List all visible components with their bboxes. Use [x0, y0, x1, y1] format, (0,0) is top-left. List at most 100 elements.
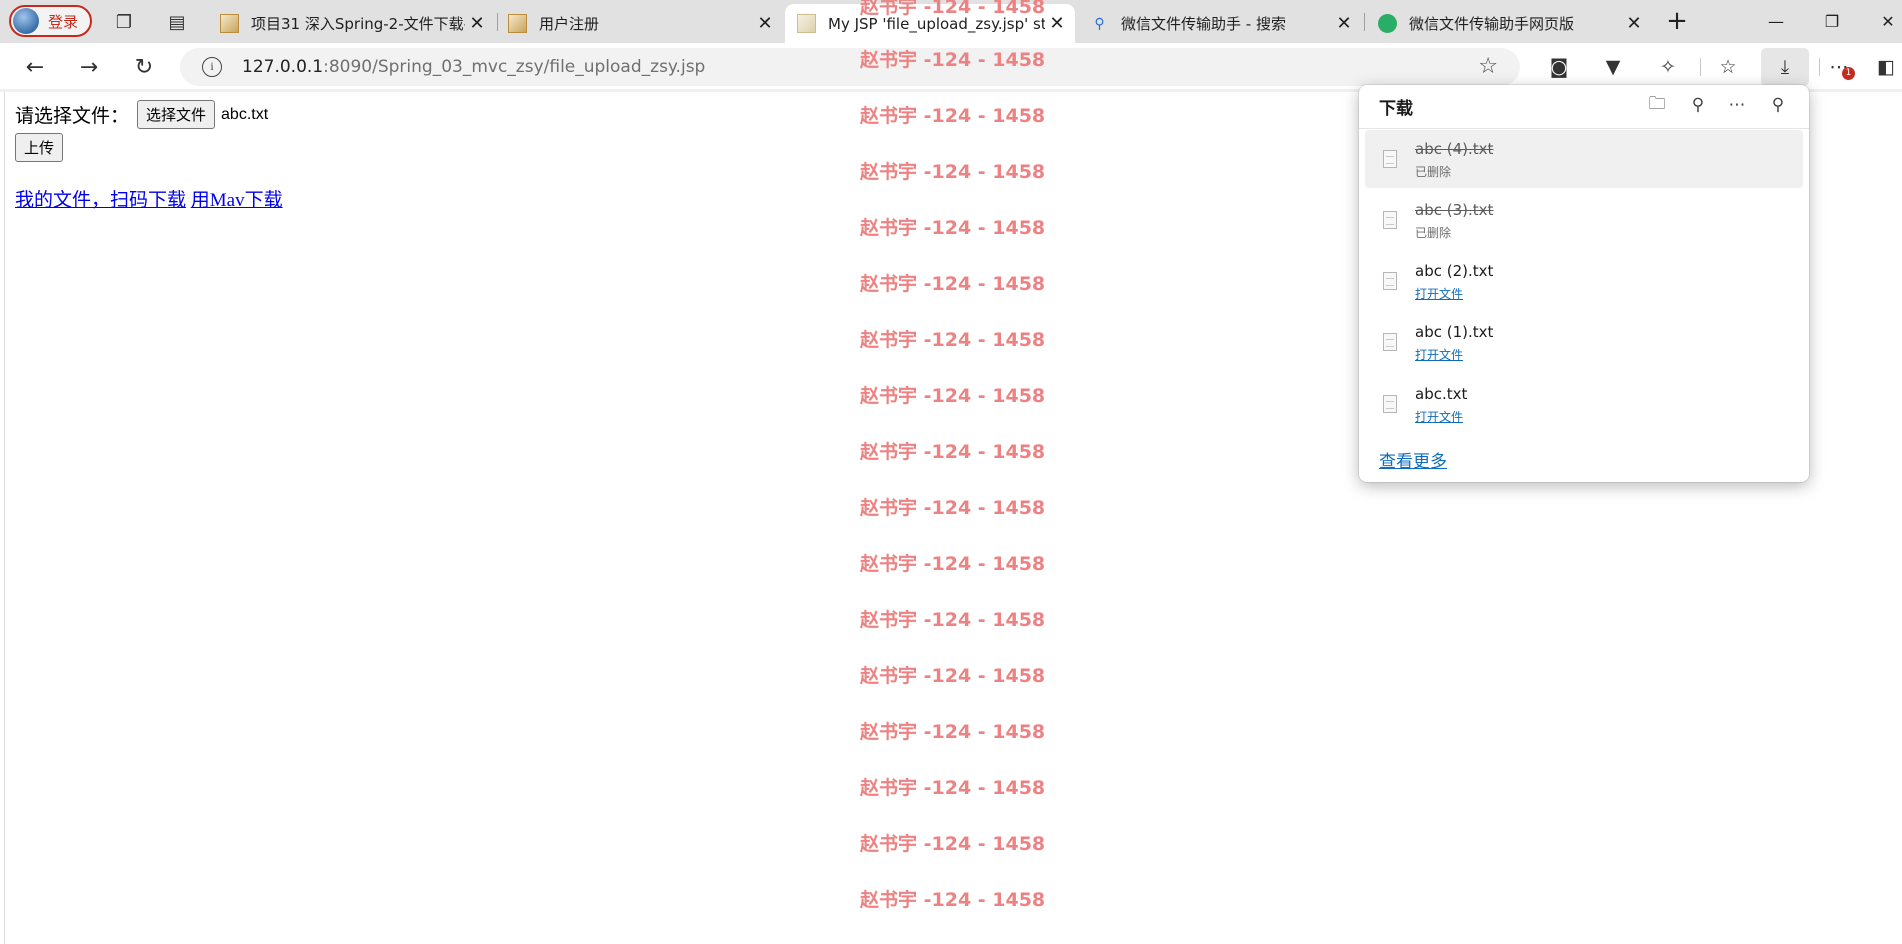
watermark-text: 赵书宇 -124 - 1458	[860, 665, 1046, 687]
close-window-button[interactable]: ✕	[1860, 0, 1902, 43]
my-files-link[interactable]: 我的文件，扫码下载	[15, 190, 186, 211]
choose-file-button[interactable]: 选择文件	[137, 100, 216, 129]
chosen-file-name: abc.txt	[221, 105, 269, 123]
file-icon	[1383, 272, 1397, 290]
file-icon	[1383, 150, 1397, 168]
close-icon[interactable]: ✕	[1332, 13, 1356, 34]
watermark-text: 赵书宇 -124 - 1458	[860, 833, 1046, 855]
choose-file-label: 请选择文件：	[15, 106, 130, 127]
toolbar-separator	[1700, 58, 1701, 76]
open-file-link[interactable]: 打开文件	[1415, 408, 1463, 425]
close-icon[interactable]: ✕	[1622, 13, 1646, 34]
refresh-button[interactable]: ↻	[129, 52, 159, 82]
close-icon[interactable]: ✕	[753, 13, 777, 34]
favorite-star-icon[interactable]: ☆	[1478, 54, 1498, 79]
extensions-puzzle-icon[interactable]: ✧	[1652, 52, 1684, 82]
workspaces-icon[interactable]: ❐	[111, 9, 137, 35]
watermark-text: 赵书宇 -124 - 1458	[860, 217, 1046, 239]
search-icon: ⚲	[1094, 15, 1105, 32]
tab-title: 项目31 深入Spring-2-文件下载-	[251, 15, 465, 33]
see-more-link[interactable]: 查看更多	[1379, 447, 1447, 472]
url-path: :8090/Spring_03_mvc_zsy/file_upload_zsy.…	[323, 57, 706, 77]
restore-button[interactable]: ❐	[1804, 0, 1860, 43]
url-host: 127.0.0.1	[242, 57, 324, 77]
open-folder-icon[interactable]: 🗀	[1643, 91, 1671, 119]
download-status: 已删除	[1415, 226, 1452, 240]
download-file-name: abc (1).txt	[1415, 323, 1494, 341]
file-icon	[1383, 211, 1397, 229]
info-icon[interactable]: i	[202, 57, 222, 77]
download-item[interactable]: abc (1).txt 打开文件	[1365, 313, 1803, 371]
watermark-text: 赵书宇 -124 - 1458	[860, 889, 1046, 911]
image-icon	[220, 14, 239, 33]
mav-download-link[interactable]: 用Mav下载	[191, 190, 283, 211]
watermark-text: 赵书宇 -124 - 1458	[860, 161, 1046, 183]
panel-divider	[1359, 128, 1809, 129]
tab-wechat-web[interactable]: 微信文件传输助手网页版 ✕	[1366, 4, 1652, 43]
download-links: 我的文件，扫码下载 用Mav下载	[15, 185, 283, 212]
extension-icon[interactable]: ◙	[1543, 52, 1575, 82]
tab-wechat-search[interactable]: ⚲ 微信文件传输助手 - 搜索 ✕	[1078, 4, 1362, 43]
close-icon[interactable]: ✕	[465, 13, 489, 34]
watermark-text: 赵书宇 -124 - 1458	[860, 105, 1046, 127]
address-bar[interactable]: i 127.0.0.1:8090/Spring_03_mvc_zsy/file_…	[180, 48, 1520, 86]
watermark-text: 赵书宇 -124 - 1458	[860, 385, 1046, 407]
watermark-text: 赵书宇 -124 - 1458	[860, 497, 1046, 519]
open-file-link[interactable]: 打开文件	[1415, 285, 1463, 302]
watermark-text: 赵书宇 -124 - 1458	[860, 273, 1046, 295]
file-choose-row: 请选择文件： 选择文件 abc.txt	[15, 100, 268, 129]
watermark-text: 赵书宇 -124 - 1458	[860, 777, 1046, 799]
tab-separator	[1364, 13, 1365, 31]
watermark-text: 赵书宇 -124 - 1458	[860, 441, 1046, 463]
file-icon	[1383, 395, 1397, 413]
downloads-button[interactable]: ⤓	[1761, 48, 1809, 86]
watermark-text: 赵书宇 -124 - 1458	[860, 553, 1046, 575]
image-icon	[508, 14, 527, 33]
favorites-icon[interactable]: ☆	[1712, 52, 1744, 82]
download-file-name: abc (3).txt	[1415, 201, 1494, 219]
back-button[interactable]: ←	[20, 52, 50, 82]
tab-user-register[interactable]: 用户注册 ✕	[496, 4, 783, 43]
downloads-title: 下载	[1379, 99, 1413, 119]
wechat-icon	[1378, 14, 1397, 33]
minimize-button[interactable]: —	[1748, 0, 1804, 43]
more-menu-button[interactable]: ⋯ 1	[1823, 52, 1855, 82]
vertical-tabs-icon[interactable]: ▤	[164, 9, 190, 35]
download-item[interactable]: abc (3).txt 已删除	[1365, 191, 1803, 249]
forward-button[interactable]: →	[74, 52, 104, 82]
tab-project31[interactable]: 项目31 深入Spring-2-文件下载- ✕	[208, 4, 495, 43]
profile-button[interactable]: 登录	[9, 5, 92, 37]
shield-extension-icon[interactable]: ▼	[1597, 52, 1629, 82]
search-icon[interactable]: ⚲	[1684, 91, 1712, 119]
tab-title: 微信文件传输助手 - 搜索	[1121, 15, 1286, 33]
download-file-name: abc.txt	[1415, 385, 1468, 403]
profile-label: 登录	[48, 12, 79, 31]
close-icon[interactable]: ✕	[1045, 13, 1069, 34]
pin-icon[interactable]: ⚲	[1764, 91, 1792, 119]
upload-button[interactable]: 上传	[15, 133, 64, 162]
download-status: 已删除	[1415, 165, 1452, 179]
open-file-link[interactable]: 打开文件	[1415, 346, 1463, 363]
url-text: 127.0.0.1:8090/Spring_03_mvc_zsy/file_up…	[242, 57, 705, 77]
download-item[interactable]: abc (2).txt 打开文件	[1365, 252, 1803, 310]
image-icon	[797, 14, 816, 33]
download-item[interactable]: abc (4).txt 已删除	[1365, 130, 1803, 188]
download-file-name: abc (4).txt	[1415, 140, 1494, 158]
watermark-text: 赵书宇 -124 - 1458	[860, 609, 1046, 631]
avatar	[13, 8, 39, 34]
more-options-icon[interactable]: ⋯	[1723, 91, 1751, 119]
tab-title: 微信文件传输助手网页版	[1409, 15, 1575, 33]
download-item[interactable]: abc.txt 打开文件	[1365, 375, 1803, 433]
new-tab-button[interactable]: +	[1661, 6, 1693, 38]
downloads-panel: 下载 🗀 ⚲ ⋯ ⚲ abc (4).txt 已删除 abc (3).txt 已…	[1359, 85, 1809, 482]
watermark-text: 赵书宇 -124 - 1458	[860, 721, 1046, 743]
watermark-text: 赵书宇 -124 - 1458	[860, 0, 1046, 18]
download-file-name: abc (2).txt	[1415, 262, 1494, 280]
tab-title: 用户注册	[539, 15, 600, 33]
toolbar-separator	[1819, 58, 1820, 76]
file-icon	[1383, 333, 1397, 351]
notification-badge: 1	[1842, 67, 1855, 80]
sidebar-toggle-icon[interactable]: ◧	[1870, 52, 1902, 82]
watermark-text: 赵书宇 -124 - 1458	[860, 329, 1046, 351]
watermark-text: 赵书宇 -124 - 1458	[860, 49, 1046, 71]
